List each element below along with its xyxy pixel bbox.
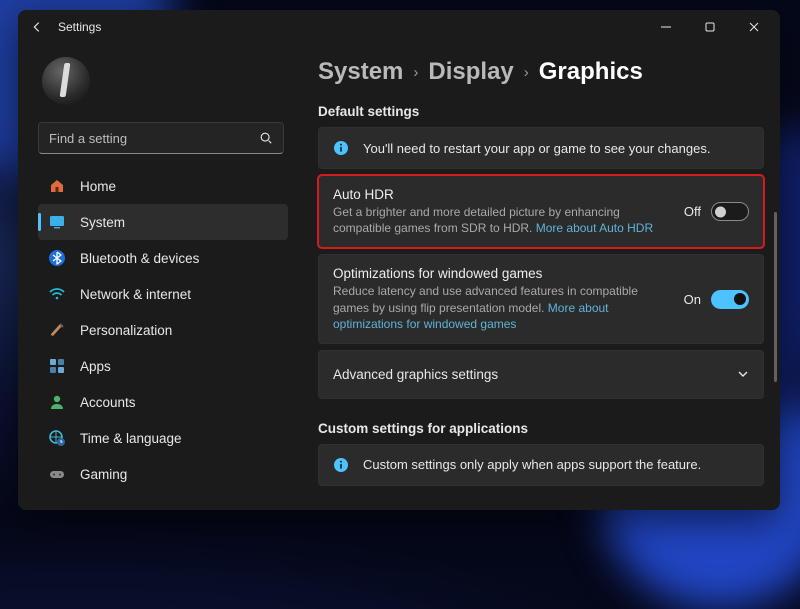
search-box[interactable] [38,122,284,154]
expander-advanced-graphics[interactable]: Advanced graphics settings [318,350,764,399]
expander-title: Advanced graphics settings [333,367,498,382]
search-input[interactable] [49,131,249,146]
nav-list: Home System Bluetooth & devices [38,168,288,492]
sidebar-item-gaming[interactable]: Gaming [38,456,288,492]
sidebar-item-system[interactable]: System [38,204,288,240]
card-title: Optimizations for windowed games [333,266,670,281]
breadcrumb: System › Display › Graphics [318,58,764,86]
chevron-right-icon: › [524,64,529,81]
card-title: Auto HDR [333,187,670,202]
person-icon [48,393,66,411]
toggle-windowed-optim[interactable] [711,290,749,309]
apps-icon [48,357,66,375]
sidebar-item-label: Home [80,179,116,194]
brush-icon [48,321,66,339]
sidebar-item-home[interactable]: Home [38,168,288,204]
chevron-down-icon [737,368,749,380]
back-button[interactable] [30,20,44,34]
toggle-state-label: On [684,292,701,307]
wifi-icon [48,285,66,303]
chevron-right-icon: › [413,64,418,81]
toggle-state-label: Off [684,204,701,219]
maximize-button[interactable] [688,12,732,42]
sidebar-item-label: Network & internet [80,287,191,302]
card-desc: Reduce latency and use advanced features… [333,283,670,332]
section-custom-settings: Custom settings for applications [318,421,764,436]
info-text: You'll need to restart your app or game … [363,141,710,156]
globe-clock-icon [48,429,66,447]
sidebar-item-bluetooth[interactable]: Bluetooth & devices [38,240,288,276]
sidebar-item-time[interactable]: Time & language [38,420,288,456]
minimize-button[interactable] [644,12,688,42]
sidebar-item-label: System [80,215,125,230]
info-text: Custom settings only apply when apps sup… [363,457,701,472]
search-icon [259,131,273,145]
crumb-display[interactable]: Display [428,58,513,86]
info-icon [333,140,349,156]
sidebar-item-label: Apps [80,359,111,374]
card-windowed-optimizations: Optimizations for windowed games Reduce … [318,254,764,344]
sidebar-item-label: Time & language [80,431,182,446]
info-banner-restart: You'll need to restart your app or game … [318,127,764,169]
info-icon [333,457,349,473]
window-controls [644,12,776,42]
system-icon [48,213,66,231]
gamepad-icon [48,465,66,483]
sidebar-item-label: Gaming [80,467,127,482]
bluetooth-icon [48,249,66,267]
app-title: Settings [58,20,101,34]
sidebar-item-label: Personalization [80,323,172,338]
card-desc: Get a brighter and more detailed picture… [333,204,670,236]
sidebar-item-label: Bluetooth & devices [80,251,199,266]
main-content: System › Display › Graphics Default sett… [296,44,780,510]
sidebar-item-network[interactable]: Network & internet [38,276,288,312]
toggle-auto-hdr[interactable] [711,202,749,221]
sidebar: Home System Bluetooth & devices [18,44,296,510]
crumb-system[interactable]: System [318,58,403,86]
sidebar-item-personalization[interactable]: Personalization [38,312,288,348]
card-auto-hdr: Auto HDR Get a brighter and more detaile… [318,175,764,248]
link-auto-hdr[interactable]: More about Auto HDR [536,221,653,235]
sidebar-item-accounts[interactable]: Accounts [38,384,288,420]
scrollbar[interactable] [774,212,777,382]
settings-window: Settings [18,10,780,510]
titlebar: Settings [18,10,780,44]
home-icon [48,177,66,195]
sidebar-item-apps[interactable]: Apps [38,348,288,384]
section-default-settings: Default settings [318,104,764,119]
avatar[interactable] [42,57,90,105]
sidebar-item-label: Accounts [80,395,136,410]
close-button[interactable] [732,12,776,42]
crumb-graphics: Graphics [539,58,643,86]
info-banner-custom: Custom settings only apply when apps sup… [318,444,764,486]
